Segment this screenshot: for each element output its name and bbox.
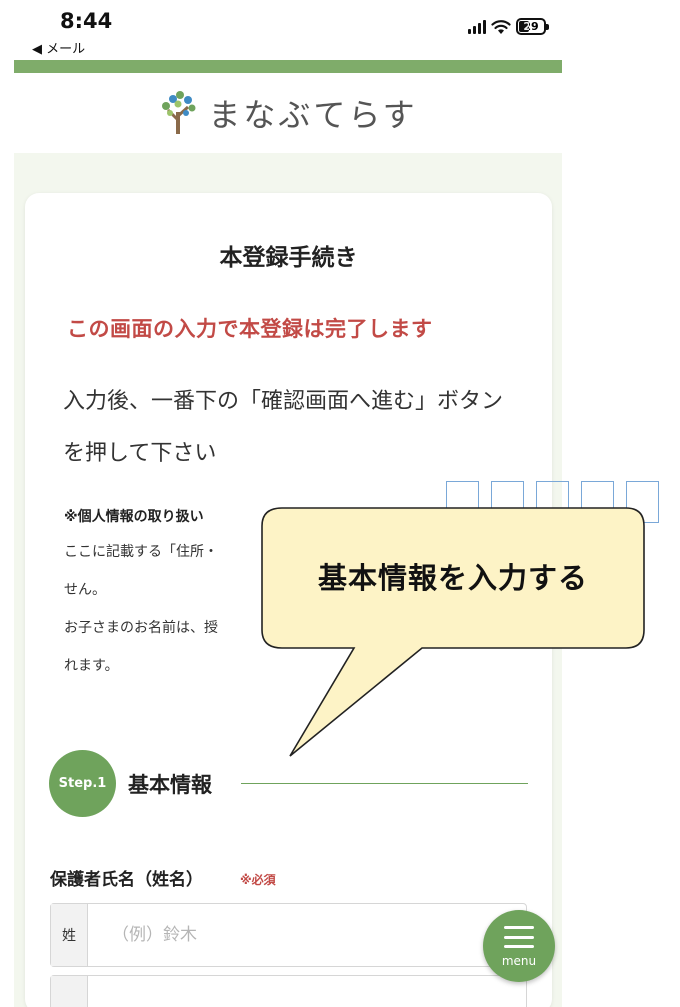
guide-box xyxy=(446,481,479,523)
first-name-row xyxy=(50,975,527,1007)
first-name-prefix xyxy=(51,976,88,1007)
guide-box xyxy=(491,481,524,523)
overlay-guide-boxes xyxy=(446,481,659,523)
step-divider xyxy=(241,783,528,784)
status-icons: 29 xyxy=(468,18,549,35)
page-title: 本登録手続き xyxy=(219,245,358,271)
last-name-input[interactable] xyxy=(88,904,526,966)
wifi-icon xyxy=(491,19,511,34)
guardian-name-label: 保護者氏名（姓名） xyxy=(50,870,203,890)
menu-label: menu xyxy=(501,954,537,968)
required-badge: ※必須 xyxy=(240,873,276,887)
registration-card: 本登録手続き この画面の入力で本登録は完了します 入力後、一番下の「確認画面へ進… xyxy=(25,193,552,1007)
instruction-text: 入力後、一番下の「確認画面へ進む」ボタンを押して下さい xyxy=(63,389,504,466)
site-header[interactable]: まなぶてらす xyxy=(14,73,562,153)
cellular-signal-icon xyxy=(468,19,486,34)
last-name-prefix: 姓 xyxy=(51,904,88,966)
tree-icon xyxy=(162,91,196,134)
callout-text: 基本情報を入力する xyxy=(317,561,588,595)
step-badge: Step.1 xyxy=(49,750,116,817)
guide-box xyxy=(626,481,659,523)
guide-box xyxy=(581,481,614,523)
privacy-line: れます。 xyxy=(64,658,119,674)
privacy-line: お子さまのお名前は、授 xyxy=(64,620,218,636)
step-title: 基本情報 xyxy=(128,773,212,797)
back-to-mail-link[interactable]: ◀ メール xyxy=(32,38,85,57)
last-name-row: 姓 xyxy=(50,903,527,967)
first-name-input[interactable] xyxy=(88,976,526,1007)
hamburger-icon xyxy=(504,926,534,948)
completion-notice: この画面の入力で本登録は完了します xyxy=(67,317,433,341)
battery-level: 29 xyxy=(523,20,539,33)
guide-box xyxy=(536,481,569,523)
privacy-heading: ※個人情報の取り扱い xyxy=(64,509,204,525)
menu-button[interactable]: menu xyxy=(483,910,555,982)
site-logo-text: まなぶてらす xyxy=(208,96,418,134)
battery-icon: 29 xyxy=(516,18,549,35)
top-accent-bar xyxy=(14,60,562,73)
status-time: 8:44 xyxy=(60,9,113,33)
status-bar: 8:44 ◀ メール 29 xyxy=(14,0,562,60)
